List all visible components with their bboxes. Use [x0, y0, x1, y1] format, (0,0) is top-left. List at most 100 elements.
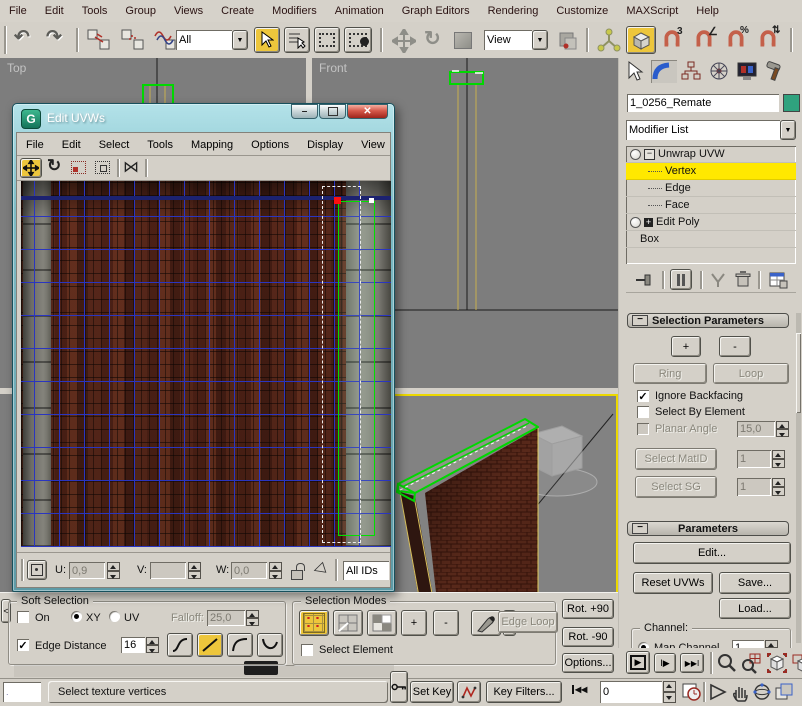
menu-group[interactable]: Group [116, 2, 165, 20]
modifier-list-combo[interactable]: Modifier List [626, 120, 780, 140]
select-object-button[interactable] [254, 27, 280, 53]
select-element-checkbox[interactable] [301, 644, 313, 656]
tab-display[interactable] [735, 60, 761, 83]
ring-button[interactable]: Ring [633, 363, 707, 384]
go-to-start-icon[interactable]: ◀◀ [572, 685, 587, 694]
snap-3-icon[interactable]: 3 [662, 29, 686, 51]
viewport-front-label[interactable]: Front [319, 61, 347, 75]
uvw-rotate-icon[interactable]: ↻ [47, 156, 61, 176]
grow-uv-selection-button[interactable]: + [401, 610, 427, 636]
menu-edit[interactable]: Edit [36, 2, 73, 20]
use-pivot-center-icon[interactable] [556, 29, 580, 53]
modifier-list-arrow[interactable]: ▼ [780, 120, 796, 140]
percent-snap-icon[interactable]: % [726, 29, 750, 51]
uv-canvas[interactable] [21, 181, 391, 547]
ignore-backfacing-checkbox[interactable]: ✓ [637, 390, 649, 402]
frame-spinner[interactable] [663, 681, 676, 703]
current-frame-field[interactable]: 0 [600, 681, 662, 703]
sg-field[interactable]: 1 [737, 478, 771, 496]
expand-icon[interactable]: + [644, 218, 653, 227]
edge-distance-field[interactable]: 16 [121, 637, 145, 653]
minimize-button[interactable]: – [291, 104, 318, 119]
next-frame-button[interactable]: I▶ [654, 653, 676, 673]
u-field[interactable]: 0,9 [69, 562, 105, 579]
matid-field[interactable]: 1 [737, 450, 771, 468]
v-field[interactable] [150, 562, 186, 579]
select-and-manipulate-icon[interactable] [596, 28, 622, 54]
v-spinner[interactable] [188, 562, 201, 579]
go-to-end-button[interactable]: ▶▶I [680, 653, 704, 673]
uvw-titlebar[interactable]: G Edit UVWs – ✕ [13, 104, 394, 133]
vertex-mode-button[interactable] [299, 610, 329, 636]
unlink-icon[interactable] [120, 28, 146, 52]
panel-scrollbar[interactable] [796, 313, 801, 643]
pan-hand-icon[interactable] [730, 682, 750, 702]
snaps-toggle-button[interactable] [626, 26, 656, 54]
rotate-minus-90-button[interactable]: Rot. -90 [562, 627, 614, 647]
maximize-button[interactable] [319, 104, 346, 119]
parameters-header[interactable]: − Parameters [627, 521, 789, 536]
tab-utilities[interactable] [763, 60, 789, 83]
uv-radio[interactable] [109, 611, 120, 622]
selection-filter-arrow[interactable]: ▼ [232, 30, 248, 50]
uvw-menu-view[interactable]: View [352, 136, 394, 154]
menu-modifiers[interactable]: Modifiers [263, 2, 326, 20]
edge-loop-button[interactable]: Edge Loop [498, 611, 558, 633]
visibility-bulb-icon[interactable] [630, 149, 641, 160]
w-spinner[interactable] [269, 562, 282, 579]
object-name-field[interactable]: 1_0256_Remate [627, 94, 779, 112]
map-channel-spinner[interactable] [765, 640, 778, 648]
show-end-result-button[interactable] [670, 269, 692, 290]
load-uvws-button[interactable]: Load... [719, 598, 791, 619]
ref-coord-combo[interactable]: View [484, 30, 532, 50]
tab-motion[interactable] [707, 60, 733, 83]
default-tangents-button[interactable] [457, 681, 481, 703]
xy-radio[interactable] [71, 611, 82, 622]
scrollbar-thumb[interactable] [796, 333, 801, 413]
shrink-uv-selection-button[interactable]: - [433, 610, 459, 636]
edge-distance-checkbox[interactable]: ✓ [17, 639, 29, 651]
zoom-icon[interactable] [716, 652, 738, 674]
falloff-fast-button[interactable] [257, 633, 283, 657]
uvw-freeform-icon[interactable] [95, 161, 110, 174]
time-configuration-icon[interactable] [681, 682, 701, 702]
uvw-menu-edit[interactable]: Edit [53, 136, 90, 154]
tab-modify[interactable] [651, 60, 677, 83]
face-mode-button[interactable] [367, 610, 397, 636]
matid-spinner[interactable] [772, 450, 785, 468]
mini-listener[interactable]: . [3, 682, 41, 702]
uvw-menu-select[interactable]: Select [90, 136, 139, 154]
uv-vertex[interactable] [369, 198, 374, 203]
rect-selection-region-button[interactable] [314, 27, 340, 53]
uvw-mirror-icon[interactable]: ⋈ [123, 157, 139, 177]
undo-icon[interactable]: ↶ [14, 26, 30, 49]
uvw-menu-tools[interactable]: Tools [138, 136, 182, 154]
falloff-smooth-button[interactable] [167, 633, 193, 657]
menu-tools[interactable]: Tools [73, 2, 117, 20]
sg-spinner[interactable] [772, 478, 785, 496]
grow-selection-button[interactable]: + [671, 336, 701, 357]
scale-tool-icon[interactable] [454, 32, 472, 49]
options-button[interactable]: Options... [562, 653, 614, 673]
make-unique-icon[interactable] [708, 271, 728, 289]
filter-selected-faces-icon[interactable]: ◁ [311, 558, 328, 579]
object-color-swatch[interactable] [783, 94, 800, 112]
reset-uvws-button[interactable]: Reset UVWs [633, 572, 713, 594]
uvw-move-button[interactable] [20, 158, 42, 178]
zoom-extents-all-icon[interactable] [790, 652, 802, 674]
stack-row-vertex[interactable]: Vertex [626, 163, 796, 180]
menu-customize[interactable]: Customize [547, 2, 617, 20]
pin-stack-icon[interactable] [634, 271, 654, 289]
stack-row-unwrap-uvw[interactable]: − Unwrap UVW [626, 146, 796, 163]
planar-angle-field[interactable]: 15,0 [737, 421, 775, 437]
falloff-linear-button[interactable] [197, 633, 223, 657]
edit-uvws-window[interactable]: G Edit UVWs – ✕ File Edit Select Tools M… [12, 103, 395, 592]
stack-row-face[interactable]: Face [626, 197, 796, 214]
edge-distance-spinner[interactable] [146, 637, 159, 653]
select-by-element-checkbox[interactable] [637, 406, 649, 418]
stack-row-box[interactable]: Box [626, 231, 796, 248]
uvw-scale-icon[interactable] [71, 161, 86, 174]
spinner-snap-icon[interactable]: ⇅ [758, 29, 782, 51]
u-spinner[interactable] [107, 562, 120, 579]
falloff-spinner[interactable] [246, 610, 259, 626]
